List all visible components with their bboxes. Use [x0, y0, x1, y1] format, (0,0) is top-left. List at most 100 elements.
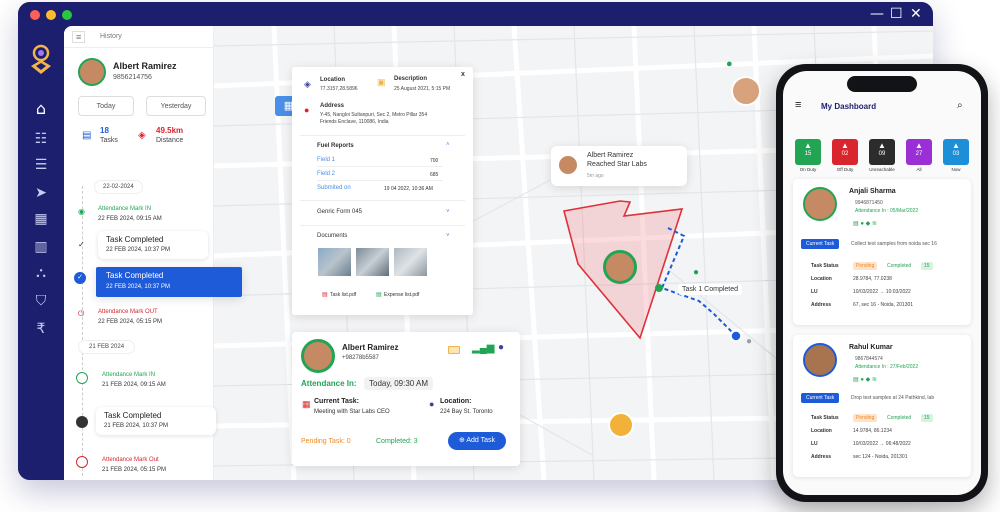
address-pin-icon: ● — [304, 105, 310, 115]
add-task-button[interactable]: ⊕ Add Task — [448, 432, 506, 450]
status-tile-icon: ▲ — [915, 141, 923, 150]
address-line-1: Y-45, Nangloi Sultanpuri, Sec 2, Metro P… — [320, 112, 428, 118]
user-phone: +98278b5587 — [342, 355, 379, 361]
employee-name: Rahul Kumar — [849, 344, 893, 351]
task-status-label: Task Status — [811, 415, 839, 421]
stage: — ☐ ✕ ⌂ ☷ ☰ ➤ ▦ ▥ ⛬ ⛉ ₹ Albert Ramirez R… — [0, 0, 1000, 512]
home-icon[interactable]: ⌂ — [30, 98, 52, 120]
description-value: 25 August 2021, 5:15 PM — [394, 86, 451, 92]
status-tile[interactable]: ▲ 09 Unreachable — [869, 139, 895, 172]
address-label: Address — [320, 103, 345, 109]
field2-label: Field 2 — [317, 171, 336, 177]
tracked-user-marker[interactable] — [603, 250, 637, 284]
today-button[interactable]: Today — [78, 96, 134, 116]
document-thumb[interactable] — [318, 248, 351, 276]
status-tile-icon: ▲ — [878, 141, 886, 150]
map-popup[interactable]: Albert Ramirez Reached Star Labs 5m ago — [551, 146, 687, 186]
documents-title[interactable]: Documents — [317, 233, 347, 239]
menu-icon[interactable]: ≡ — [72, 31, 86, 43]
status-tile-count: 03 — [952, 151, 960, 157]
navigate-icon[interactable]: ➤ — [30, 182, 52, 204]
rupee-icon[interactable]: ₹ — [30, 318, 52, 340]
employee-card[interactable]: Anjali Sharma 9946871450 Attendance In :… — [793, 179, 971, 325]
hamburger-icon[interactable]: ≡ — [795, 99, 801, 111]
status-tile-label: Off Duty — [836, 167, 854, 172]
status-icons: ▤ ● ◆ ≋ — [853, 377, 877, 383]
calendar-icon[interactable]: ▦ — [30, 208, 52, 230]
status-tile[interactable]: ▲ 03 Now — [943, 139, 969, 172]
field1-label: Field 1 — [317, 157, 336, 163]
attendance-out-icon: ⏻ — [78, 309, 85, 318]
location-value: 77.3157,28.5896 — [320, 86, 358, 92]
timeline-item-title: Task Completed — [104, 411, 162, 420]
current-task-text: Collect test samples from noida sec 16 — [851, 241, 937, 247]
timeline-item-time: 22 FEB 2024, 10:37 PM — [106, 284, 171, 290]
lu-value: 10/03/2022 → 10:03/2022 — [853, 289, 911, 295]
org-icon[interactable]: ⛬ — [30, 262, 52, 284]
check-icon: ✓ — [78, 240, 85, 249]
icon-rail: ⌂ ☷ ☰ ➤ ▦ ▥ ⛬ ⛉ ₹ — [18, 26, 64, 480]
timeline-item-time: 22 FEB 2024, 05:15 PM — [98, 319, 163, 325]
current-task-text: Drop test samples at 24 Pathkind, lab — [851, 395, 935, 401]
current-task-button[interactable]: Current Task — [801, 239, 840, 249]
close-dot[interactable] — [30, 10, 40, 20]
employee-avatar — [803, 187, 837, 221]
user-phone: 9856214756 — [113, 74, 152, 81]
maximize-icon[interactable]: ☐ — [890, 6, 903, 22]
chevron-down-icon[interactable]: ˅ — [446, 233, 450, 239]
employee-card[interactable]: Rahul Kumar 9867844574 Attendance In : 2… — [793, 335, 971, 477]
completed-label: Completed — [887, 263, 912, 269]
phone-mockup: ≡ My Dashboard ⌕ ▲ 15 On Duty ▲ 02 Off Duty ▲ 0… — [776, 64, 988, 502]
description-label: Description — [394, 76, 428, 82]
document-thumb[interactable] — [394, 248, 427, 276]
map-user-avatar-2[interactable] — [608, 412, 634, 438]
document-thumb[interactable] — [356, 248, 389, 276]
employee-phone: 9867844574 — [855, 356, 883, 362]
current-task-label: Current Task: — [314, 398, 359, 405]
lu-label: LU — [811, 441, 818, 447]
timeline-line — [82, 186, 83, 476]
phone-screen: ≡ My Dashboard ⌕ ▲ 15 On Duty ▲ 02 Off Duty ▲ 0… — [783, 71, 981, 495]
timeline-task-card[interactable]: Task Completed 22 FEB 2024, 10:37 PM — [98, 231, 208, 259]
status-tile-icon: ▲ — [952, 141, 960, 150]
status-tile[interactable]: ▲ 02 Off Duty — [832, 139, 858, 172]
document-link[interactable]: Expense list.pdf — [384, 292, 419, 298]
team-icon[interactable]: ☷ — [30, 128, 52, 150]
timeline-task-card[interactable]: Task Completed 21 FEB 2024, 10:37 PM — [96, 407, 216, 435]
generic-form-title[interactable]: Genric Form 045 — [317, 209, 362, 215]
current-task-button[interactable]: Current Task — [801, 393, 840, 403]
map-pin-icon: ● — [726, 58, 733, 70]
employee-name: Anjali Sharma — [849, 188, 896, 195]
status-tile-count: 09 — [878, 151, 886, 157]
tasks-icon[interactable]: ☰ — [30, 154, 52, 176]
status-tile[interactable]: ▲ 27 All — [906, 139, 932, 172]
chevron-down-icon[interactable]: ˅ — [446, 209, 450, 215]
maximize-dot[interactable] — [62, 10, 72, 20]
chevron-up-icon[interactable]: ˄ — [446, 142, 450, 148]
location-pin-icon: ● — [429, 399, 435, 409]
reports-icon[interactable]: ▥ — [30, 236, 52, 258]
minimize-icon[interactable]: — — [870, 6, 884, 22]
document-link[interactable]: Task list.pdf — [330, 292, 356, 298]
submitted-label: Submited on — [317, 185, 351, 191]
battery-icon — [448, 346, 460, 354]
search-icon[interactable]: ⌕ — [957, 100, 963, 111]
minimize-dot[interactable] — [46, 10, 56, 20]
close-icon[interactable]: ✕ — [910, 6, 922, 22]
yesterday-button[interactable]: Yesterday — [146, 96, 206, 116]
current-task-value: Meeting with Star Labs CEO — [314, 409, 390, 415]
phone-notch — [847, 76, 917, 92]
status-tile[interactable]: ▲ 15 On Duty — [795, 139, 821, 172]
close-detail-button[interactable]: x — [461, 71, 465, 78]
shield-icon[interactable]: ⛉ — [30, 290, 52, 312]
fuel-reports-title[interactable]: Fuel Reports — [317, 143, 354, 149]
timeline-item-time: 21 FEB 2024, 10:37 PM — [104, 423, 169, 429]
timeline-task-card-selected[interactable]: Task Completed 22 FEB 2024, 10:37 PM — [96, 267, 242, 297]
timeline-item-time: 21 FEB 2024, 09:15 AM — [102, 382, 166, 388]
divider — [317, 180, 443, 181]
phone-title: My Dashboard — [821, 102, 877, 111]
map-user-avatar-1[interactable] — [731, 76, 761, 106]
status-tile-icon: ▲ — [841, 141, 849, 150]
location-value: 224 Bay St. Toronto — [440, 409, 493, 415]
completed-label: Completed — [887, 415, 912, 421]
